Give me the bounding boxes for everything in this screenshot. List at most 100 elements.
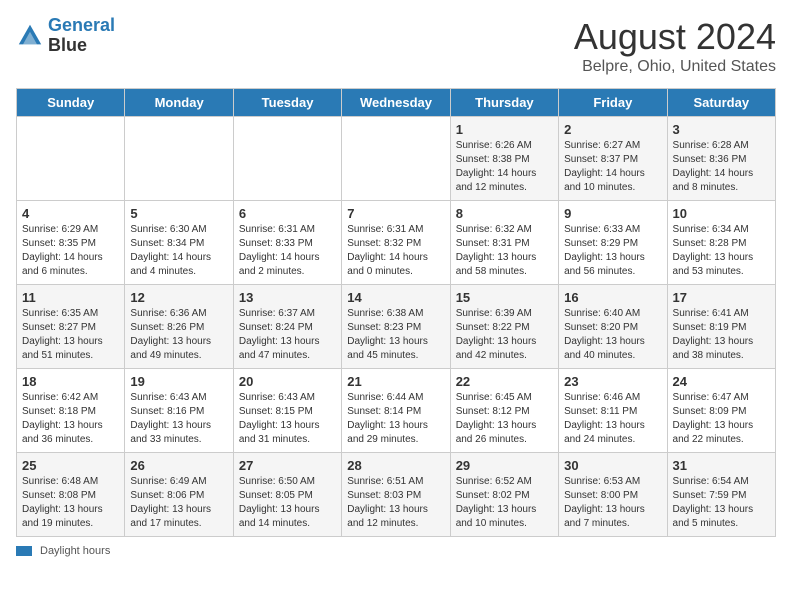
logo-line2: Blue [48,35,87,55]
day-info: Sunrise: 6:38 AM Sunset: 8:23 PM Dayligh… [347,307,444,363]
calendar-cell: 3 Sunrise: 6:28 AM Sunset: 8:36 PM Daylig… [667,117,775,201]
day-number: 13 [239,290,336,305]
calendar-cell: 6 Sunrise: 6:31 AM Sunset: 8:33 PM Daylig… [233,201,341,285]
day-info: Sunrise: 6:31 AM Sunset: 8:33 PM Dayligh… [239,223,336,279]
weekday-header: Tuesday [233,89,341,117]
day-number: 3 [673,122,770,137]
weekday-header: Saturday [667,89,775,117]
calendar-cell: 10Sunrise: 6:34 AM Sunset: 8:28 PM Dayli… [667,201,775,285]
calendar-cell [342,117,450,201]
day-info: Sunrise: 6:53 AM Sunset: 8:00 PM Dayligh… [564,475,661,531]
day-number: 31 [673,458,770,473]
calendar-cell: 11 Sunrise: 6:35 AM Sunset: 8:27 PM Dayli… [17,285,125,369]
calendar-cell [17,117,125,201]
day-info: Sunrise: 6:50 AM Sunset: 8:05 PM Dayligh… [239,475,336,531]
day-info: Sunrise: 6:48 AM Sunset: 8:08 PM Dayligh… [22,475,119,531]
calendar-cell: 31Sunrise: 6:54 AM Sunset: 7:59 PM Dayli… [667,453,775,537]
weekday-header: Thursday [450,89,558,117]
day-number: 19 [130,374,227,389]
day-info: Sunrise: 6:51 AM Sunset: 8:03 PM Dayligh… [347,475,444,531]
day-info: Sunrise: 6:44 AM Sunset: 8:14 PM Dayligh… [347,391,444,447]
day-info: Sunrise: 6:32 AM Sunset: 8:31 PM Dayligh… [456,223,553,279]
calendar-cell: 7Sunrise: 6:31 AM Sunset: 8:32 PM Daylig… [342,201,450,285]
calendar-cell: 21 Sunrise: 6:44 AM Sunset: 8:14 PM Dayli… [342,369,450,453]
calendar-table: SundayMondayTuesdayWednesdayThursdayFrid… [16,88,776,537]
day-number: 9 [564,206,661,221]
calendar-body: 1Sunrise: 6:26 AM Sunset: 8:38 PM Daylig… [17,117,776,537]
day-info: Sunrise: 6:27 AM Sunset: 8:37 PM Dayligh… [564,139,661,195]
day-info: Sunrise: 6:43 AM Sunset: 8:15 PM Dayligh… [239,391,336,447]
day-number: 18 [22,374,119,389]
day-info: Sunrise: 6:47 AM Sunset: 8:09 PM Dayligh… [673,391,770,447]
day-info: Sunrise: 6:42 AM Sunset: 8:18 PM Dayligh… [22,391,119,447]
day-number: 28 [347,458,444,473]
legend-label: Daylight hours [40,545,110,557]
calendar-cell: 16Sunrise: 6:40 AM Sunset: 8:20 PM Dayli… [559,285,667,369]
day-info: Sunrise: 6:28 AM Sunset: 8:36 PM Dayligh… [673,139,770,195]
calendar-cell: 4 Sunrise: 6:29 AM Sunset: 8:35 PM Daylig… [17,201,125,285]
calendar-cell: 24 Sunrise: 6:47 AM Sunset: 8:09 PM Dayli… [667,369,775,453]
subtitle: Belpre, Ohio, United States [574,58,776,76]
header-row: SundayMondayTuesdayWednesdayThursdayFrid… [17,89,776,117]
calendar-cell: 30 Sunrise: 6:53 AM Sunset: 8:00 PM Dayli… [559,453,667,537]
day-number: 20 [239,374,336,389]
day-number: 16 [564,290,661,305]
day-info: Sunrise: 6:29 AM Sunset: 8:35 PM Dayligh… [22,223,119,279]
day-info: Sunrise: 6:43 AM Sunset: 8:16 PM Dayligh… [130,391,227,447]
calendar-week-row: 11 Sunrise: 6:35 AM Sunset: 8:27 PM Dayli… [17,285,776,369]
weekday-header: Wednesday [342,89,450,117]
day-number: 24 [673,374,770,389]
day-number: 26 [130,458,227,473]
weekday-header: Friday [559,89,667,117]
day-number: 30 [564,458,661,473]
day-number: 4 [22,206,119,221]
day-number: 15 [456,290,553,305]
calendar-cell [125,117,233,201]
day-number: 12 [130,290,227,305]
day-number: 27 [239,458,336,473]
day-number: 10 [673,206,770,221]
title-area: August 2024 Belpre, Ohio, United States [574,16,776,76]
main-title: August 2024 [574,16,776,58]
calendar-cell: 23 Sunrise: 6:46 AM Sunset: 8:11 PM Dayli… [559,369,667,453]
calendar-cell: 9 Sunrise: 6:33 AM Sunset: 8:29 PM Daylig… [559,201,667,285]
legend-color-box [16,546,32,556]
day-info: Sunrise: 6:33 AM Sunset: 8:29 PM Dayligh… [564,223,661,279]
calendar-header: SundayMondayTuesdayWednesdayThursdayFrid… [17,89,776,117]
day-number: 2 [564,122,661,137]
calendar-week-row: 1Sunrise: 6:26 AM Sunset: 8:38 PM Daylig… [17,117,776,201]
day-info: Sunrise: 6:37 AM Sunset: 8:24 PM Dayligh… [239,307,336,363]
day-number: 23 [564,374,661,389]
calendar-cell: 29Sunrise: 6:52 AM Sunset: 8:02 PM Dayli… [450,453,558,537]
day-info: Sunrise: 6:35 AM Sunset: 8:27 PM Dayligh… [22,307,119,363]
day-number: 14 [347,290,444,305]
day-info: Sunrise: 6:39 AM Sunset: 8:22 PM Dayligh… [456,307,553,363]
calendar-cell: 13 Sunrise: 6:37 AM Sunset: 8:24 PM Dayli… [233,285,341,369]
day-info: Sunrise: 6:36 AM Sunset: 8:26 PM Dayligh… [130,307,227,363]
page-header: General Blue August 2024 Belpre, Ohio, U… [16,16,776,76]
day-number: 21 [347,374,444,389]
weekday-header: Sunday [17,89,125,117]
day-number: 22 [456,374,553,389]
day-info: Sunrise: 6:45 AM Sunset: 8:12 PM Dayligh… [456,391,553,447]
calendar-cell: 8 Sunrise: 6:32 AM Sunset: 8:31 PM Daylig… [450,201,558,285]
day-info: Sunrise: 6:30 AM Sunset: 8:34 PM Dayligh… [130,223,227,279]
calendar-cell: 2 Sunrise: 6:27 AM Sunset: 8:37 PM Daylig… [559,117,667,201]
calendar-cell: 12 Sunrise: 6:36 AM Sunset: 8:26 PM Dayli… [125,285,233,369]
day-number: 5 [130,206,227,221]
calendar-cell: 18 Sunrise: 6:42 AM Sunset: 8:18 PM Dayli… [17,369,125,453]
day-number: 25 [22,458,119,473]
day-info: Sunrise: 6:41 AM Sunset: 8:19 PM Dayligh… [673,307,770,363]
calendar-cell: 19 Sunrise: 6:43 AM Sunset: 8:16 PM Dayli… [125,369,233,453]
day-number: 8 [456,206,553,221]
calendar-cell: 20 Sunrise: 6:43 AM Sunset: 8:15 PM Dayli… [233,369,341,453]
calendar-cell: 17Sunrise: 6:41 AM Sunset: 8:19 PM Dayli… [667,285,775,369]
calendar-cell: 25 Sunrise: 6:48 AM Sunset: 8:08 PM Dayli… [17,453,125,537]
calendar-cell [233,117,341,201]
logo-text: General Blue [48,16,115,56]
day-info: Sunrise: 6:46 AM Sunset: 8:11 PM Dayligh… [564,391,661,447]
calendar-cell: 15 Sunrise: 6:39 AM Sunset: 8:22 PM Dayli… [450,285,558,369]
day-number: 6 [239,206,336,221]
day-number: 11 [22,290,119,305]
logo-line1: General [48,15,115,35]
